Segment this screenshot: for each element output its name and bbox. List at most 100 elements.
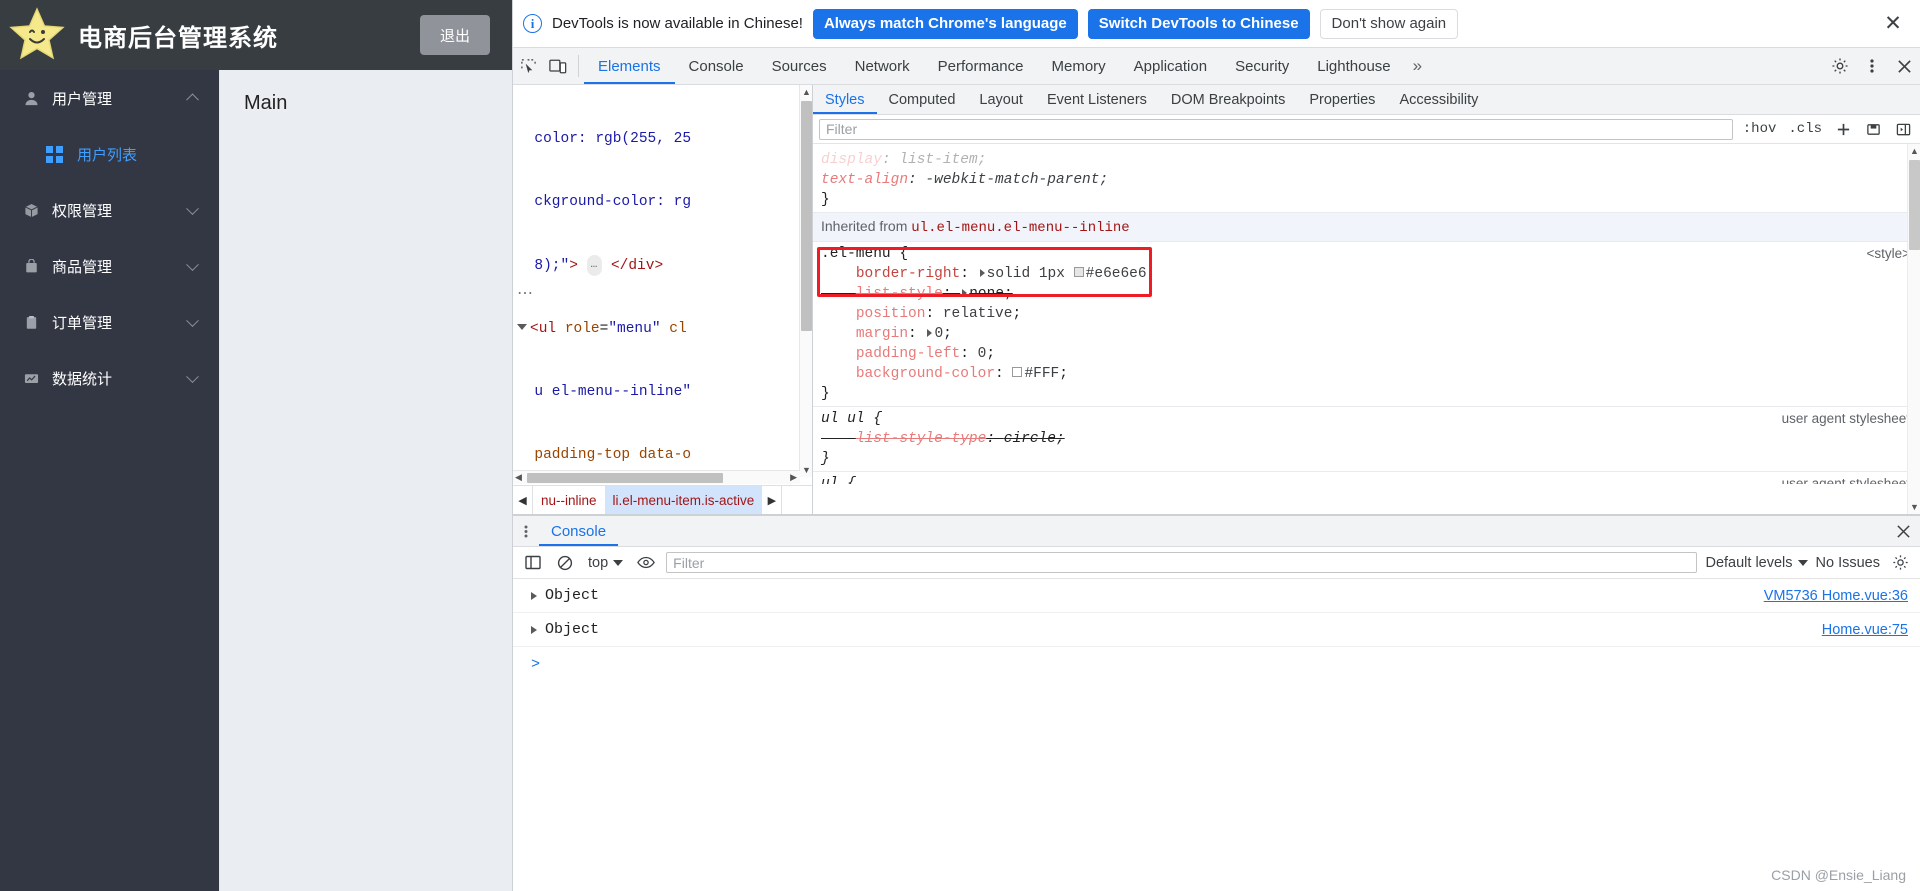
- close-icon[interactable]: [1886, 516, 1920, 546]
- tab-lighthouse[interactable]: Lighthouse: [1303, 48, 1404, 84]
- tab-console[interactable]: Console: [675, 48, 758, 84]
- chevron-down-icon: [186, 370, 199, 384]
- console-message-source[interactable]: Home.vue:75: [1822, 622, 1920, 638]
- drawer-tab-console[interactable]: Console: [539, 516, 618, 546]
- css-rule-source[interactable]: <style>: [1866, 244, 1910, 264]
- breadcrumb-item[interactable]: nu--inline: [533, 486, 605, 514]
- more-tabs-button[interactable]: »: [1405, 48, 1430, 84]
- chevron-right-icon[interactable]: ▶: [762, 486, 783, 514]
- devtools-panel: i DevTools is now available in Chinese! …: [512, 0, 1920, 891]
- devtools-tabstrip: Elements Console Sources Network Perform…: [513, 48, 1920, 85]
- panel-toggle-icon[interactable]: [1892, 122, 1914, 137]
- console-context-selector[interactable]: top: [585, 555, 626, 571]
- console-sidebar-icon[interactable]: [521, 551, 545, 575]
- css-rule-el-menu[interactable]: <style> .el-menu { border-right: solid 1…: [813, 242, 1920, 407]
- tab-memory[interactable]: Memory: [1038, 48, 1120, 84]
- expand-triangle-icon[interactable]: [962, 289, 968, 297]
- logout-button[interactable]: 退出: [420, 15, 490, 55]
- tab-dom-breakpoints[interactable]: DOM Breakpoints: [1159, 85, 1297, 114]
- css-selector[interactable]: ul ul {: [821, 411, 882, 427]
- css-selector[interactable]: ul {: [821, 476, 856, 484]
- dom-tree-code: color: rgb(255, 25 ckground-color: rg 8)…: [513, 85, 812, 514]
- always-match-language-button[interactable]: Always match Chrome's language: [812, 8, 1078, 39]
- element-class-toggle[interactable]: .cls: [1786, 121, 1824, 137]
- console-message[interactable]: Object VM5736 Home.vue:36: [513, 579, 1920, 613]
- css-property-value: none: [969, 286, 1005, 302]
- console-message[interactable]: Object Home.vue:75: [513, 613, 1920, 647]
- info-icon: i: [523, 14, 542, 33]
- sidebar-item-order-management[interactable]: 订单管理: [0, 294, 219, 350]
- dom-line[interactable]: <ul role="menu" cl: [513, 319, 812, 340]
- console-message-text: Object: [545, 621, 600, 638]
- css-rule-ul-ul[interactable]: user agent stylesheet ul ul { list-style…: [813, 407, 1920, 472]
- tab-layout[interactable]: Layout: [967, 85, 1035, 114]
- gear-icon[interactable]: [1824, 48, 1856, 85]
- sidebar-item-data-statistics[interactable]: 数据统计: [0, 350, 219, 406]
- dom-line[interactable]: color: rgb(255, 25: [513, 129, 812, 150]
- clear-console-icon[interactable]: [553, 551, 577, 575]
- disclosure-triangle-icon[interactable]: [531, 591, 537, 600]
- switch-to-chinese-button[interactable]: Switch DevTools to Chinese: [1087, 8, 1310, 39]
- styles-filter-input[interactable]: [819, 118, 1733, 140]
- scroll-down-arrow-icon[interactable]: ▼: [802, 465, 811, 475]
- styles-vertical-scrollbar[interactable]: ▲ ▼: [1907, 144, 1920, 514]
- sidebar-item-user-list[interactable]: 用户列表: [0, 126, 219, 182]
- expand-triangle-icon[interactable]: [979, 269, 985, 277]
- tab-performance[interactable]: Performance: [924, 48, 1038, 84]
- breadcrumb-item-selected[interactable]: li.el-menu-item.is-active: [604, 486, 763, 514]
- console-filter-input[interactable]: [666, 552, 1698, 573]
- console-message-source[interactable]: VM5736 Home.vue:36: [1764, 588, 1920, 604]
- device-toolbar-icon[interactable]: [543, 48, 573, 84]
- more-vertical-icon[interactable]: [1856, 48, 1888, 85]
- dom-tree-pane[interactable]: color: rgb(255, 25 ckground-color: rg 8)…: [513, 85, 813, 514]
- plus-icon[interactable]: [1832, 122, 1854, 137]
- tab-application[interactable]: Application: [1120, 48, 1221, 84]
- sidebar-item-user-management[interactable]: 用户管理: [0, 70, 219, 126]
- console-prompt[interactable]: >: [513, 647, 1920, 681]
- disclosure-triangle-icon[interactable]: [531, 625, 537, 634]
- scroll-up-arrow-icon[interactable]: ▲: [802, 87, 811, 97]
- collapsed-nodes-ellipsis[interactable]: ⋯: [517, 283, 534, 303]
- css-property-value: 0: [934, 326, 944, 342]
- chevron-left-icon[interactable]: ◀: [513, 486, 533, 514]
- infobar-message: DevTools is now available in Chinese!: [552, 15, 803, 32]
- css-rule-partial[interactable]: display: list-item; text-align: -webkit-…: [813, 144, 1920, 213]
- disclosure-triangle-icon[interactable]: [517, 324, 527, 330]
- inspect-cursor-icon[interactable]: [513, 48, 543, 84]
- tab-sources[interactable]: Sources: [758, 48, 841, 84]
- dont-show-again-button[interactable]: Don't show again: [1319, 8, 1459, 39]
- live-expression-eye-icon[interactable]: [634, 551, 658, 575]
- sidebar-item-goods-management[interactable]: 商品管理: [0, 238, 219, 294]
- tab-event-listeners[interactable]: Event Listeners: [1035, 85, 1159, 114]
- tab-network[interactable]: Network: [841, 48, 924, 84]
- expand-triangle-icon[interactable]: [927, 329, 933, 337]
- close-icon[interactable]: ✕: [1880, 11, 1906, 37]
- console-levels-selector[interactable]: Default levels: [1705, 555, 1808, 571]
- dom-vertical-scrollbar[interactable]: ▲ ▼: [799, 85, 812, 477]
- tab-elements[interactable]: Elements: [584, 48, 675, 84]
- dom-line[interactable]: u el-menu--inline": [513, 382, 812, 403]
- close-icon[interactable]: [1888, 48, 1920, 85]
- tab-accessibility[interactable]: Accessibility: [1387, 85, 1490, 114]
- dom-line[interactable]: padding-top data-o: [513, 445, 812, 466]
- new-style-rule-icon[interactable]: [1862, 122, 1884, 137]
- css-rule-ul[interactable]: user agent stylesheet ul { list-style-ty…: [813, 472, 1920, 484]
- dom-line[interactable]: ckground-color: rg: [513, 192, 812, 213]
- no-issues-button[interactable]: No Issues: [1816, 555, 1880, 571]
- dom-line[interactable]: 8);"> … </div>: [513, 255, 812, 277]
- hover-state-toggle[interactable]: :hov: [1741, 121, 1779, 137]
- tab-properties[interactable]: Properties: [1297, 85, 1387, 114]
- css-selector[interactable]: .el-menu {: [821, 246, 908, 262]
- dom-horizontal-scrollbar[interactable]: ◀ ▶: [513, 470, 800, 484]
- color-swatch[interactable]: [1012, 367, 1023, 377]
- sidebar-item-rights-management[interactable]: 权限管理: [0, 182, 219, 238]
- tab-security[interactable]: Security: [1221, 48, 1303, 84]
- tab-styles[interactable]: Styles: [813, 85, 877, 114]
- main-placeholder-text: Main: [244, 92, 288, 114]
- tab-computed[interactable]: Computed: [877, 85, 968, 114]
- color-swatch[interactable]: [1073, 267, 1084, 277]
- chevron-down-icon: [186, 314, 199, 328]
- app-title: 电商后台管理系统: [78, 24, 278, 52]
- more-vertical-icon[interactable]: [513, 516, 539, 546]
- gear-icon[interactable]: [1888, 551, 1912, 575]
